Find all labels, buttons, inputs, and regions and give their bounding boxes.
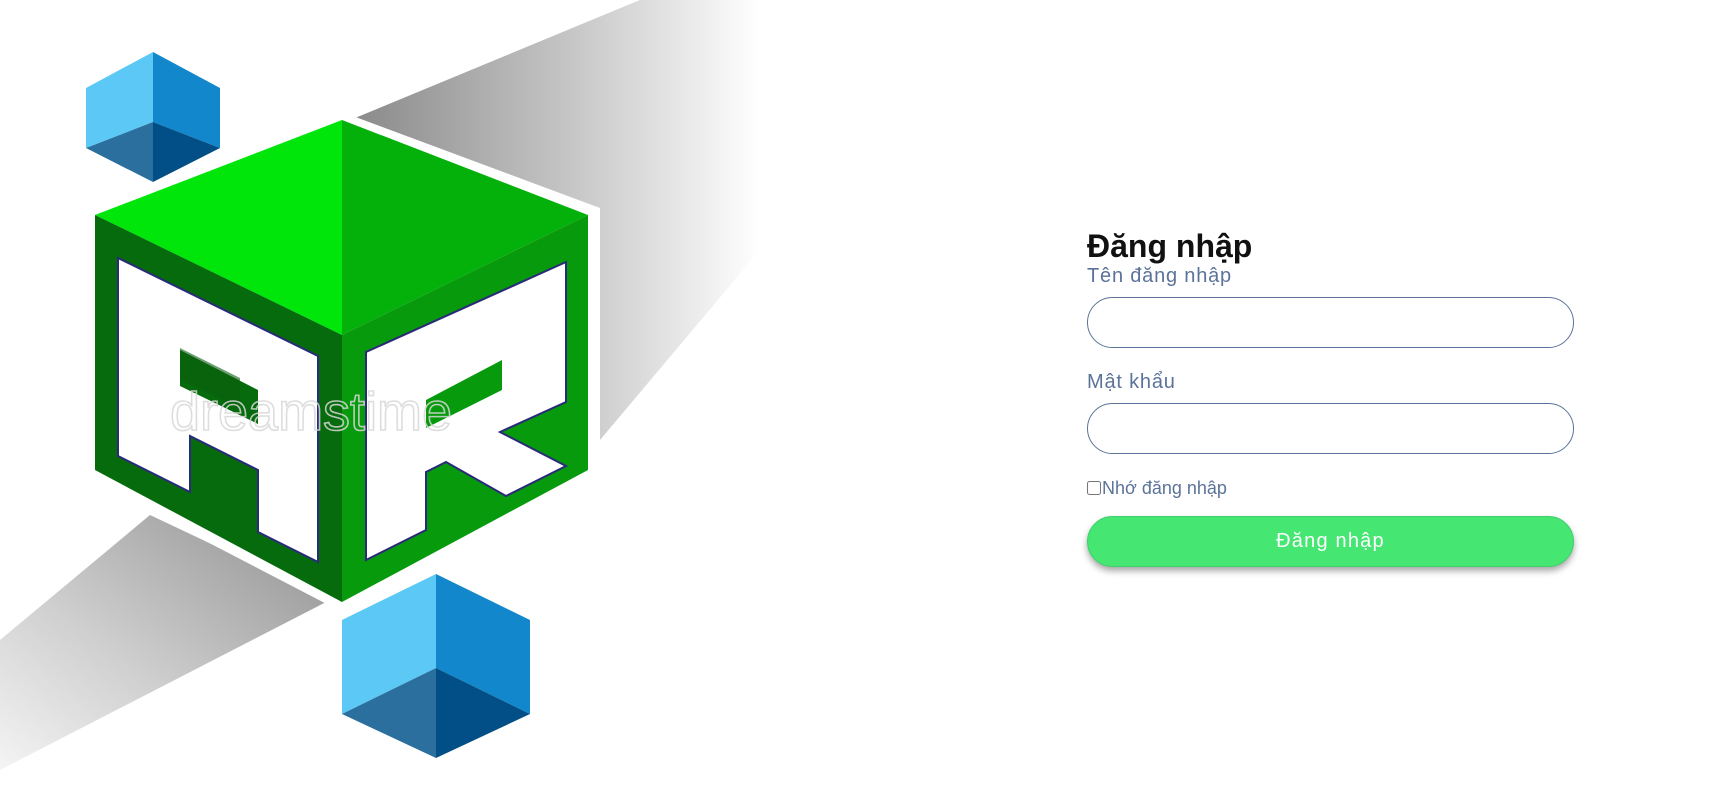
password-input[interactable] <box>1087 403 1574 454</box>
logo-watermark: dreamstime <box>170 382 452 442</box>
login-form: Đăng nhập Tên đăng nhập Mật khẩu Nhớ đăn… <box>1087 228 1574 567</box>
remember-label[interactable]: Nhớ đăng nhập <box>1102 478 1227 499</box>
remember-checkbox[interactable] <box>1087 481 1101 495</box>
remember-row: Nhớ đăng nhập <box>1087 477 1574 499</box>
login-button[interactable]: Đăng nhập <box>1087 516 1574 567</box>
ar-logo-illustration: dreamstime <box>0 0 760 794</box>
logo-svg: dreamstime <box>0 0 760 770</box>
username-label: Tên đăng nhập <box>1087 265 1232 287</box>
password-label: Mật khẩu <box>1087 371 1176 393</box>
login-title: Đăng nhập <box>1087 228 1253 264</box>
username-input[interactable] <box>1087 297 1574 348</box>
login-page: dreamstime Đăng nhập Tên đăng nhập Mật k… <box>0 0 1721 794</box>
